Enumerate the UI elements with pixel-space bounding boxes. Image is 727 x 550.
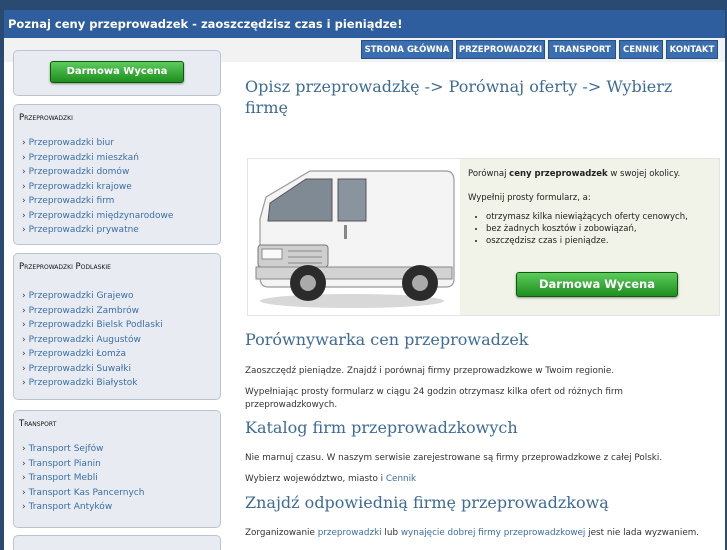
chevron-right-icon: › [22, 167, 26, 177]
section-title-porownywarka: Porównywarka cen przeprowadzek [245, 330, 529, 349]
przeprowadzki-link[interactable]: przeprowadzki [318, 528, 382, 538]
chevron-right-icon: › [22, 334, 26, 345]
offer-benefit-item: bez żadnych kosztów i zobowiązań, [486, 223, 688, 235]
sidebar-item-transport-kas-pancernych[interactable]: › Transport Kas Pancernych [22, 488, 144, 503]
sidebar-list: › Przeprowadzki biur › Przeprowadzki miesz… [22, 138, 173, 240]
chevron-right-icon: › [22, 363, 26, 374]
sidebar-section-przeprowadzki: Przeprowadzki › Przeprowadzki biur › Przep… [13, 104, 221, 245]
sidebar-item-przeprowadzki-krajowe[interactable]: › Przeprowadzki krajowe [22, 182, 173, 197]
sidebar-item-transport-sejfow[interactable]: › Transport Sejfów [22, 444, 144, 459]
section-text: Zaoszczędź pieniądze. Znajdź i porównaj … [245, 366, 615, 376]
sidebar-item-przeprowadzki-mieszkan[interactable]: › Przeprowadzki mieszkań [22, 153, 173, 168]
site-title: Poznaj ceny przeprowadzek - zaoszczędzis… [8, 17, 403, 31]
chevron-right-icon: › [22, 502, 26, 512]
offer-free-quote-button[interactable]: Darmowa Wycena [516, 272, 678, 297]
nav-przeprowadzki[interactable]: PRZEPROWADZKI [456, 40, 545, 59]
sidebar-free-quote-button[interactable]: Darmowa Wycena [50, 61, 184, 83]
offer-benefits-list: otrzymasz kilka niewiążących oferty ceno… [472, 211, 688, 247]
section-title-znajdz: Znajdź odpowiednią firmę przeprowadzkową [245, 493, 609, 512]
section-text: Nie marnuj czasu. W naszym serwisie zare… [245, 453, 663, 463]
nav-kontakt[interactable]: KONTAKT [666, 40, 718, 59]
chevron-right-icon: › [22, 196, 26, 206]
chevron-right-icon: › [22, 487, 26, 498]
sidebar-list: › Przeprowadzki Grajewo › Przeprowadzki Za… [22, 291, 163, 393]
nav-transport[interactable]: TRANSPORT [548, 40, 616, 59]
chevron-right-icon: › [22, 458, 26, 469]
sidebar-item-zambrow[interactable]: › Przeprowadzki Zambrów [22, 306, 163, 321]
sidebar-item-bialystok[interactable]: › Przeprowadzki Białystok [22, 378, 163, 393]
offer-line-1: Porównaj ceny przeprowadzek w swojej oko… [468, 169, 681, 179]
sidebar-quote-box: Darmowa Wycena [13, 50, 221, 96]
nav-strona-glowna[interactable]: STRONA GŁÓWNA [361, 40, 453, 59]
chevron-right-icon: › [22, 349, 26, 359]
sidebar-section-title: Przeprowadzki [19, 113, 73, 123]
chevron-right-icon: › [22, 320, 26, 330]
sidebar-section-partial [13, 535, 221, 550]
sidebar-item-suwalki[interactable]: › Przeprowadzki Suwałki [22, 364, 163, 379]
sidebar-section-transport: Transport › Transport Sejfów › Transport P… [13, 410, 221, 528]
chevron-right-icon: › [22, 225, 26, 235]
offer-description: Porównaj ceny przeprowadzek w swojej oko… [460, 159, 719, 315]
sidebar-item-lomza[interactable]: › Przeprowadzki Łomża [22, 349, 163, 364]
nav-cennik[interactable]: CENNIK [619, 40, 663, 59]
sidebar-item-przeprowadzki-biur[interactable]: › Przeprowadzki biur [22, 138, 173, 153]
sidebar-list: › Transport Sejfów › Transport Pianin › Tra… [22, 444, 144, 517]
sidebar-section-title: Przeprowadzki Podlaskie [19, 262, 111, 272]
sidebar-section-podlaskie: Przeprowadzki Podlaskie › Przeprowadzki G… [13, 253, 221, 400]
offer-benefit-item: otrzymasz kilka niewiążących oferty ceno… [486, 211, 688, 223]
sidebar-item-transport-pianin[interactable]: › Transport Pianin [22, 459, 144, 474]
sidebar-item-transport-antykow[interactable]: › Transport Antyków [22, 502, 144, 517]
van-image [248, 159, 460, 315]
sidebar-item-grajewo[interactable]: › Przeprowadzki Grajewo [22, 291, 163, 306]
page-title: Opisz przeprowadzkę -> Porównaj oferty -… [245, 77, 673, 117]
sidebar-section-title: Transport [19, 419, 57, 429]
chevron-right-icon: › [22, 291, 26, 301]
section-text: Wybierz województwo, miasto i Cennik [245, 474, 417, 484]
chevron-right-icon: › [22, 444, 26, 454]
chevron-right-icon: › [22, 152, 26, 163]
site-title-bar: Poznaj ceny przeprowadzek - zaoszczędzis… [4, 10, 725, 38]
offer-benefit-item: oszczędzisz czas i pieniądze. [486, 235, 688, 247]
chevron-right-icon: › [22, 138, 26, 148]
sidebar-item-przeprowadzki-domow[interactable]: › Przeprowadzki domów [22, 167, 173, 182]
offer-line-2: Wypełnij prosty formularz, a: [468, 193, 591, 203]
section-title-katalog: Katalog firm przeprowadzkowych [245, 418, 518, 437]
cennik-link[interactable]: Cennik [386, 474, 416, 484]
chevron-right-icon: › [22, 378, 26, 388]
section-text: Zorganizowanie przeprowadzki lub wynajęc… [245, 528, 700, 538]
chevron-right-icon: › [22, 473, 26, 483]
offer-panel: Porównaj ceny przeprowadzek w swojej oko… [247, 158, 720, 316]
sidebar-item-bielsk-podlaski[interactable]: › Przeprowadzki Bielsk Podlaski [22, 320, 163, 335]
page: Poznaj ceny przeprowadzek - zaoszczędzis… [4, 10, 725, 550]
sidebar-item-przeprowadzki-firm[interactable]: › Przeprowadzki firm [22, 196, 173, 211]
sidebar-item-augustow[interactable]: › Przeprowadzki Augustów [22, 335, 163, 350]
sidebar-item-transport-mebli[interactable]: › Transport Mebli [22, 473, 144, 488]
chevron-right-icon: › [22, 305, 26, 316]
wynajecie-firmy-link[interactable]: wynajęcie dobrej firmy przeprowadzkowej [401, 528, 586, 538]
section-text: Wypełniając prosty formularz w ciągu 24 … [245, 387, 623, 410]
van-illustration [255, 170, 455, 308]
chevron-right-icon: › [22, 181, 26, 192]
chevron-right-icon: › [22, 210, 26, 221]
sidebar-item-przeprowadzki-miedzynarodowe[interactable]: › Przeprowadzki międzynarodowe [22, 211, 173, 226]
sidebar-item-przeprowadzki-prywatne[interactable]: › Przeprowadzki prywatne [22, 225, 173, 240]
